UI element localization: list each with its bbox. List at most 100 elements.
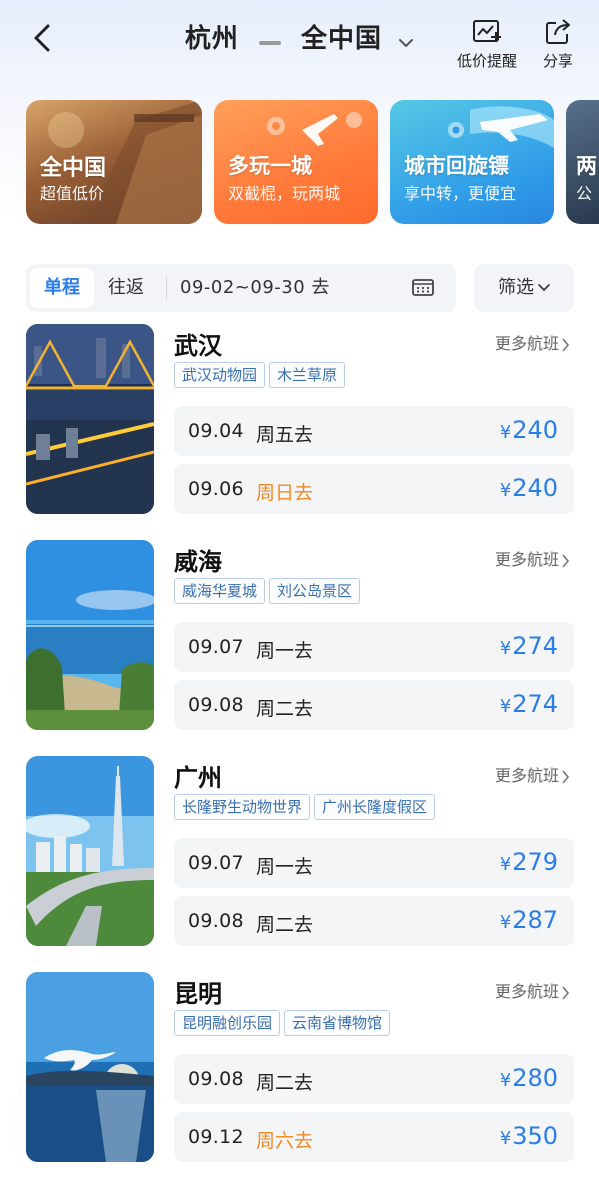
share-label: 分享 (542, 52, 573, 70)
more-flights-link[interactable]: 更多航班 (495, 546, 570, 570)
flight-option[interactable]: 09.08 周二去 ¥274 (174, 680, 574, 730)
banner-title: 全中国 (40, 156, 107, 181)
filter-label: 筛选 (498, 277, 534, 298)
currency-symbol: ¥ (499, 422, 512, 443)
flight-date: 09.12 (188, 1126, 244, 1148)
flight-price: ¥274 (500, 690, 558, 718)
flight-weekday: 周日去 (256, 482, 314, 504)
banner-boomerang[interactable]: 城市回旋镖 享中转，更便宜 (390, 100, 554, 224)
destination-card[interactable]: 昆明 更多航班 昆明融创乐园 云南省博物馆 09.08 周二去 ¥280 09.1… (26, 972, 574, 1164)
chevron-right-icon (562, 553, 570, 568)
flight-date: 09.07 (188, 636, 244, 658)
header: 杭州 全中国 低价提醒 分享 (0, 0, 599, 90)
flight-weekday: 周二去 (256, 698, 314, 720)
destination-photo (26, 756, 154, 946)
filter-button[interactable]: 筛选 (474, 264, 574, 312)
flight-option[interactable]: 09.07 周一去 ¥279 (174, 838, 574, 888)
banner-subtitle: 公 (576, 184, 593, 203)
flight-option[interactable]: 09.08 周二去 ¥287 (174, 896, 574, 946)
attraction-tag[interactable]: 广州长隆度假区 (314, 794, 436, 820)
more-flights-label: 更多航班 (494, 766, 559, 785)
price-value: 240 (512, 416, 558, 444)
chevron-down-icon (538, 284, 550, 292)
banner-multi-city[interactable]: 多玩一城 双截棍，玩两城 (214, 100, 378, 224)
destination-city: 武汉 (174, 332, 222, 360)
more-flights-label: 更多航班 (494, 550, 559, 569)
more-flights-label: 更多航班 (494, 982, 559, 1001)
flight-price: ¥274 (500, 632, 558, 660)
date-range-selector[interactable]: 09-02~09-30 去 (180, 268, 330, 308)
price-value: 240 (512, 474, 558, 502)
flight-price: ¥287 (500, 906, 558, 934)
banner-subtitle: 超值低价 (40, 184, 105, 203)
origin-city: 杭州 (184, 24, 239, 54)
currency-symbol: ¥ (499, 912, 512, 933)
attraction-tags: 长隆野生动物世界 广州长隆度假区 (174, 794, 439, 820)
attraction-tag[interactable]: 昆明融创乐园 (174, 1010, 281, 1036)
attraction-tag[interactable]: 武汉动物园 (174, 362, 266, 388)
destination-photo (26, 324, 154, 514)
flight-weekday: 周二去 (256, 1072, 314, 1094)
attraction-tags: 昆明融创乐园 云南省博物馆 (174, 1010, 394, 1036)
price-alert-label: 低价提醒 (456, 52, 517, 70)
route-arrow-icon (258, 25, 281, 55)
currency-symbol: ¥ (499, 480, 512, 501)
price-alert-icon (473, 20, 501, 42)
flight-date: 09.04 (188, 420, 244, 442)
destination-card[interactable]: 广州 更多航班 长隆野生动物世界 广州长隆度假区 09.07 周一去 ¥279 0… (26, 756, 574, 948)
destination-city: 昆明 (174, 980, 222, 1008)
chevron-down-icon (398, 25, 414, 55)
flight-option[interactable]: 09.12 周六去 ¥350 (174, 1112, 574, 1162)
flight-date: 09.08 (188, 694, 244, 716)
share-icon (546, 19, 570, 44)
flight-price: ¥279 (500, 848, 558, 876)
price-value: 280 (512, 1064, 558, 1092)
divider (166, 276, 167, 300)
attraction-tags: 威海华夏城 刘公岛景区 (174, 578, 364, 604)
flight-option[interactable]: 09.08 周二去 ¥280 (174, 1054, 574, 1104)
more-flights-label: 更多航班 (494, 334, 559, 353)
currency-symbol: ¥ (499, 854, 512, 875)
chevron-right-icon (562, 337, 570, 352)
flight-weekday: 周二去 (256, 914, 314, 936)
destination-card[interactable]: 威海 更多航班 威海华夏城 刘公岛景区 09.07 周一去 ¥274 09.08 … (26, 540, 574, 732)
flight-date: 09.08 (188, 1068, 244, 1090)
flight-price: ¥350 (500, 1122, 558, 1150)
tab-one-way[interactable]: 单程 (30, 268, 94, 308)
destination-region: 全中国 (301, 24, 383, 54)
calendar-icon[interactable] (412, 277, 434, 297)
flight-option[interactable]: 09.06 周日去 ¥240 (174, 464, 574, 514)
price-value: 279 (512, 848, 558, 876)
banner-all-china[interactable]: 全中国 超值低价 (26, 100, 202, 224)
attraction-tag[interactable]: 长隆野生动物世界 (174, 794, 311, 820)
flight-weekday: 周一去 (256, 640, 314, 662)
price-value: 350 (512, 1122, 558, 1150)
banner-title: 两 (576, 154, 597, 178)
attraction-tag[interactable]: 云南省博物馆 (284, 1010, 391, 1036)
flight-weekday: 周六去 (256, 1130, 314, 1152)
price-value: 274 (512, 690, 558, 718)
more-flights-link[interactable]: 更多航班 (495, 330, 570, 354)
share-button[interactable]: 分享 (538, 18, 578, 71)
trip-type-bar: 单程 往返 09-02~09-30 去 (26, 264, 456, 312)
attraction-tag[interactable]: 木兰草原 (269, 362, 346, 388)
attraction-tag[interactable]: 威海华夏城 (174, 578, 266, 604)
destination-photo (26, 540, 154, 730)
flight-weekday: 周一去 (256, 856, 314, 878)
attraction-tag[interactable]: 刘公岛景区 (269, 578, 361, 604)
banner-subtitle: 双截棍，玩两城 (228, 184, 341, 203)
more-flights-link[interactable]: 更多航班 (495, 978, 570, 1002)
flight-date: 09.06 (188, 478, 244, 500)
tab-round-trip[interactable]: 往返 (94, 268, 158, 308)
attraction-tags: 武汉动物园 木兰草原 (174, 362, 349, 388)
flight-weekday: 周五去 (256, 424, 314, 446)
currency-symbol: ¥ (499, 638, 512, 659)
more-flights-link[interactable]: 更多航班 (495, 762, 570, 786)
price-alert-button[interactable]: 低价提醒 (452, 18, 522, 71)
flight-date: 09.08 (188, 910, 244, 932)
flight-option[interactable]: 09.07 周一去 ¥274 (174, 622, 574, 672)
flight-option[interactable]: 09.04 周五去 ¥240 (174, 406, 574, 456)
banner-partial[interactable]: 两 公 (566, 100, 599, 224)
destination-card[interactable]: 武汉 更多航班 武汉动物园 木兰草原 09.04 周五去 ¥240 09.06 周… (26, 324, 574, 516)
flight-price: ¥280 (500, 1064, 558, 1092)
